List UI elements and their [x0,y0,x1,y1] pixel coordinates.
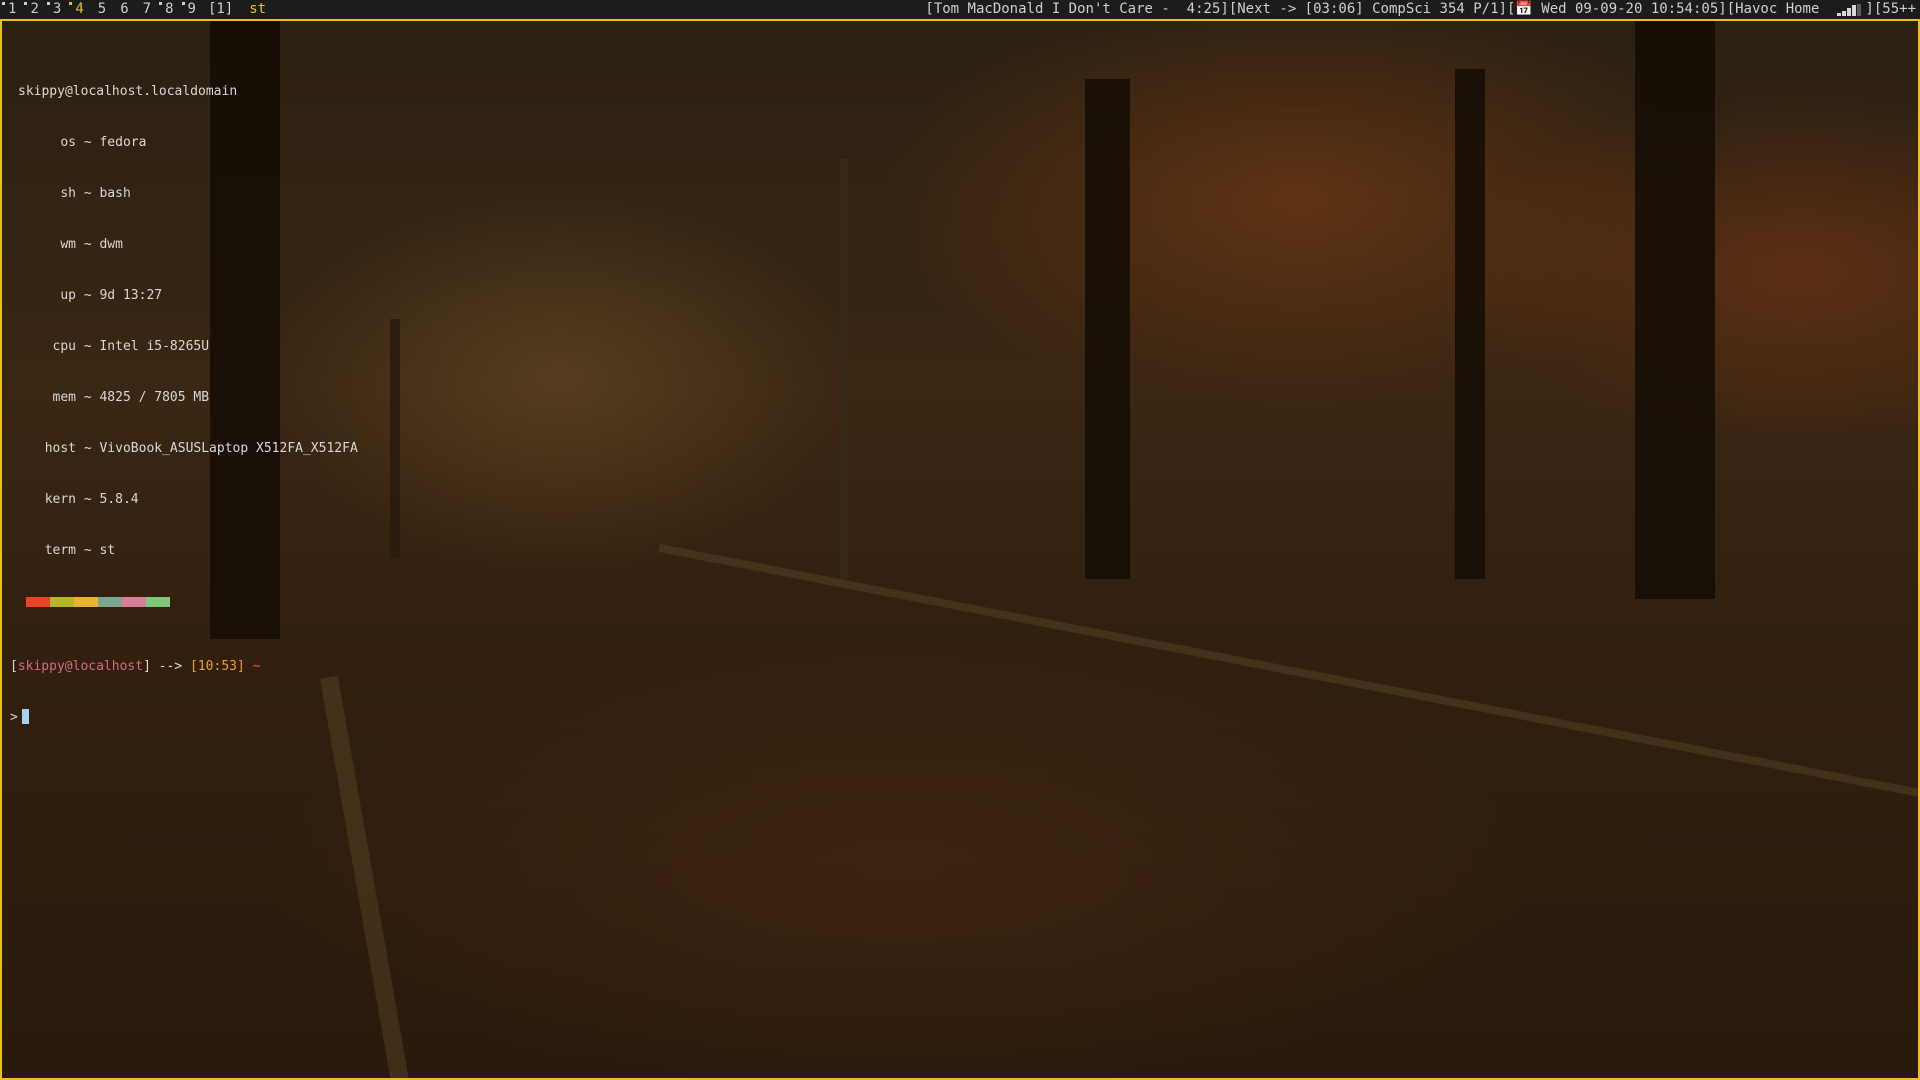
status-bar: 1 2 3 4 5 6 7 8 9 [1] st [Tom MacDonald … [0,0,1920,19]
tag-8[interactable]: 8 [157,0,179,19]
fetch-line-host: host ~ VivoBook_ASUSLaptop X512FA_X512FA [18,440,358,457]
fetch-separator: ~ [83,135,92,150]
fetch-value: Intel i5-8265U [99,339,210,354]
fetch-separator: ~ [83,237,92,252]
fetch-value: bash [99,186,131,201]
prompt-symbol: > [10,710,18,725]
fetch-line-wm: wm ~ dwm [18,236,358,253]
fetch-separator: ~ [83,492,92,507]
text-cursor [21,709,29,724]
terminal-window[interactable]: skippy@localhost.localdomain os ~ fedora… [0,19,1920,1080]
fetch-key: kern [44,492,76,507]
fetch-line-os: os ~ fedora [18,134,358,151]
occupied-indicator [181,2,185,5]
prompt-time: [10:53] [190,659,245,674]
fetch-separator: ~ [83,288,92,303]
tag-1[interactable]: 1 [0,0,22,19]
prompt-directory: ~ [252,659,261,674]
palette-swatch [50,597,74,607]
status-text-area: [Tom MacDonald I Don't Care - 4:25][Next… [925,0,1916,19]
battery-status: ][55++ [1865,1,1916,17]
fetch-hostname: skippy@localhost.localdomain [18,84,238,99]
tag-6[interactable]: 6 [112,0,134,19]
input-line[interactable]: > [10,709,358,726]
fetch-line-sh: sh ~ bash [18,185,358,202]
fetch-value: 4825 / 7805 MB [99,390,210,405]
shell-prompt: [skippy@localhost] --> [10:53] ~ [10,658,358,675]
tag-label: 9 [187,1,196,17]
tag-2[interactable]: 2 [22,0,44,19]
tag-label: 8 [165,1,174,17]
occupied-indicator [46,2,50,5]
fetch-separator: ~ [83,543,92,558]
fetch-key: os [60,135,76,150]
fetch-separator: ~ [83,339,92,354]
tag-3[interactable]: 3 [45,0,67,19]
terminal-output[interactable]: skippy@localhost.localdomain os ~ fedora… [10,49,358,760]
fetch-separator: ~ [83,186,92,201]
tag-label: 3 [52,1,62,17]
color-palette [26,597,358,607]
tag-label: 4 [75,1,84,17]
fetch-separator: ~ [83,390,92,405]
fetch-key: term [44,543,76,558]
fetch-key: mem [52,390,76,405]
palette-swatch [74,597,98,607]
prompt-bracket-close: ] [143,659,151,674]
tag-label: 2 [30,1,39,17]
fetch-value: 5.8.4 [99,492,139,507]
palette-swatch [122,597,146,607]
fetch-line-up: up ~ 9d 13:27 [18,287,358,304]
fetch-key: cpu [52,339,76,354]
tag-label: 5 [97,1,107,17]
tag-5[interactable]: 5 [90,0,112,19]
prompt-user: skippy@localhost [17,659,144,674]
fetch-key: up [60,288,76,303]
fetch-value: dwm [99,237,123,252]
palette-swatch [146,597,170,607]
signal-strength-icon [1837,3,1862,16]
fetch-line-term: term ~ st [18,542,358,559]
occupied-indicator [24,2,28,5]
fetch-line-mem: mem ~ 4825 / 7805 MB [18,389,358,406]
occupied-indicator [69,2,73,5]
occupied-indicator [159,2,163,5]
tag-label: 7 [142,1,152,17]
tag-7[interactable]: 7 [135,0,157,19]
fetch-key: wm [60,237,76,252]
fetch-value: st [99,543,116,558]
status-text: [Tom MacDonald I Don't Care - 4:25][Next… [925,1,1820,17]
fetch-value: 9d 13:27 [99,288,163,303]
fetch-key: host [44,441,76,456]
prompt-arrow: --> [150,659,191,674]
fetch-key: sh [60,186,76,201]
desktop: skippy@localhost.localdomain os ~ fedora… [0,19,1920,1080]
fetch-line-cpu: cpu ~ Intel i5-8265U [18,338,358,355]
window-title: st [249,1,267,17]
fetch-line-kern: kern ~ 5.8.4 [18,491,358,508]
tag-label: 6 [120,1,129,17]
occupied-indicator [2,2,5,5]
palette-swatch [26,597,50,607]
tag-4[interactable]: 4 [67,0,89,19]
palette-swatch [98,597,122,607]
tag-label: 1 [8,1,17,17]
fetch-value: VivoBook_ASUSLaptop X512FA_X512FA [99,441,358,456]
fetch-value: fedora [99,135,147,150]
layout-symbol[interactable]: [1] [202,0,243,19]
prompt-bracket-open: [ [10,659,18,674]
tag-9[interactable]: 9 [180,0,202,19]
fetch-separator: ~ [83,441,92,456]
tag-list: 1 2 3 4 5 6 7 8 9 [1] st [0,0,272,19]
